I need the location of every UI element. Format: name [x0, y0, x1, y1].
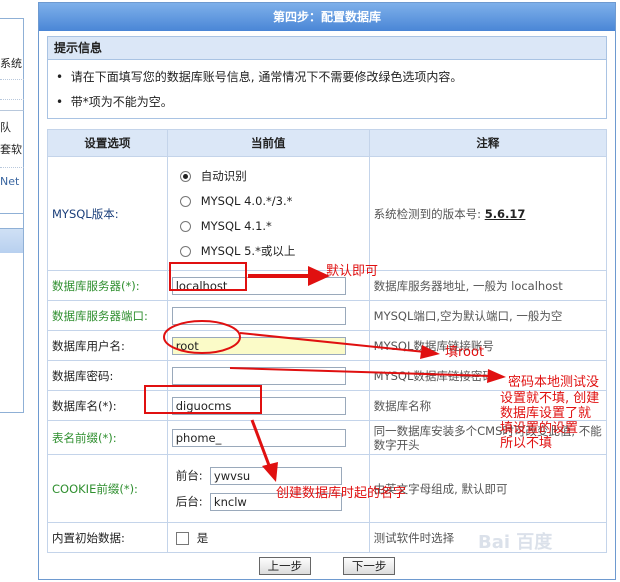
- radio-icon: [179, 220, 191, 232]
- checkbox-label: 是: [196, 530, 209, 545]
- row-label: 表名前缀(*):: [47, 420, 168, 455]
- radio-selected-icon: [179, 170, 191, 182]
- left-sidebar-fragment-lower: 队 套软 Net: [0, 110, 24, 214]
- row-note: 数据库服务器地址, 一般为 localhost: [368, 270, 608, 301]
- row-note: 系统检测到的版本号: 5.6.17: [368, 156, 608, 271]
- column-header: 注释: [368, 129, 608, 157]
- sidebar-fragment-link[interactable]: Net: [0, 175, 19, 188]
- radio-icon: [179, 195, 191, 207]
- row-note: MYSQL端口,空为默认端口, 一般为空: [368, 300, 608, 331]
- db-port-input[interactable]: [171, 306, 346, 325]
- watermark-logo: Bai 百度: [478, 532, 553, 553]
- mysql-version-options: 自动识别 MYSQL 4.0.*/3.* MYSQL 4.1.* MYSQL 5…: [166, 156, 370, 271]
- left-sidebar-panel: [0, 228, 24, 413]
- radio-mysql-40[interactable]: MYSQL 4.0.*/3.*: [179, 189, 365, 214]
- annotation-fill-root: 填root: [445, 345, 485, 360]
- divider: [0, 99, 24, 100]
- column-header: 设置选项: [47, 129, 168, 157]
- tip-heading: 提示信息: [48, 37, 606, 60]
- radio-auto-detect[interactable]: 自动识别: [179, 164, 365, 189]
- db-password-input[interactable]: [171, 366, 346, 385]
- table-header-row: 设置选项 当前值 注释: [47, 129, 608, 157]
- cookie-front-input[interactable]: ywvsu: [209, 466, 342, 485]
- row-label: 数据库名(*):: [47, 390, 168, 421]
- annotation-password-line: 密码本地测试没: [508, 375, 600, 390]
- column-header: 当前值: [166, 129, 370, 157]
- cookie-back-label: 后台:: [175, 494, 203, 508]
- table-row-db-user: 数据库用户名: root MYSQL数据库链接账号: [47, 330, 608, 361]
- annotation-dbname-note: 创建数据库时起的名字: [276, 486, 407, 501]
- table-row-mysql-version: MYSQL版本: 自动识别 MYSQL 4.0.*/3.* MYSQL 4.1.…: [47, 156, 608, 271]
- annotation-password-line: 数据库设置了就: [500, 406, 592, 421]
- builtin-data-checkbox[interactable]: [175, 531, 189, 545]
- sidebar-panel-header: [0, 229, 23, 253]
- panel-title: 第四步：配置数据库: [39, 3, 615, 31]
- annotation-password-line: 所以不填: [500, 436, 553, 451]
- tip-box: 提示信息 • 请在下面填写您的数据库账号信息, 通常情况下不需要修改绿色选项内容…: [47, 36, 607, 119]
- row-label: COOKIE前缀(*):: [47, 454, 168, 523]
- row-note: MYSQL数据库链接账号: [368, 330, 608, 361]
- db-username-input[interactable]: root: [171, 336, 346, 355]
- row-label: 数据库服务器端口:: [47, 300, 168, 331]
- detected-version: 5.6.17: [484, 206, 526, 221]
- sidebar-fragment-text: 系统: [0, 57, 22, 70]
- row-label: 数据库密码:: [47, 360, 168, 391]
- button-bar: 上一步 下一步: [39, 557, 615, 575]
- row-label: 数据库用户名:: [47, 330, 168, 361]
- row-label: 数据库服务器(*):: [47, 270, 168, 301]
- prev-step-button[interactable]: 上一步: [258, 557, 312, 575]
- sidebar-fragment-text: 队: [0, 121, 11, 134]
- annotation-password-line: 填设置的设置: [500, 421, 579, 436]
- row-label: MYSQL版本:: [47, 156, 168, 271]
- table-row-db-port: 数据库服务器端口: MYSQL端口,空为默认端口, 一般为空: [47, 300, 608, 331]
- radio-mysql-41[interactable]: MYSQL 4.1.*: [179, 214, 365, 239]
- annotation-default-ok: 默认即可: [326, 264, 379, 279]
- sidebar-fragment-text: 套软: [0, 143, 22, 156]
- radio-mysql-5[interactable]: MYSQL 5.*或以上: [179, 239, 365, 264]
- radio-icon: [179, 245, 191, 257]
- cookie-front-label: 前台:: [175, 468, 203, 482]
- db-name-input[interactable]: diguocms: [171, 396, 346, 415]
- tip-item: • 请在下面填写您的数据库账号信息, 通常情况下不需要修改绿色选项内容。: [56, 70, 463, 84]
- divider: [0, 167, 24, 168]
- table-prefix-input[interactable]: phome_: [171, 428, 346, 447]
- row-label: 内置初始数据:: [47, 522, 168, 553]
- divider: [0, 79, 24, 80]
- db-server-input[interactable]: localhost: [171, 276, 346, 295]
- next-step-button[interactable]: 下一步: [342, 557, 396, 575]
- annotation-password-line: 设置就不填, 创建: [500, 391, 600, 406]
- tip-item: • 带*项为不能为空。: [56, 95, 173, 109]
